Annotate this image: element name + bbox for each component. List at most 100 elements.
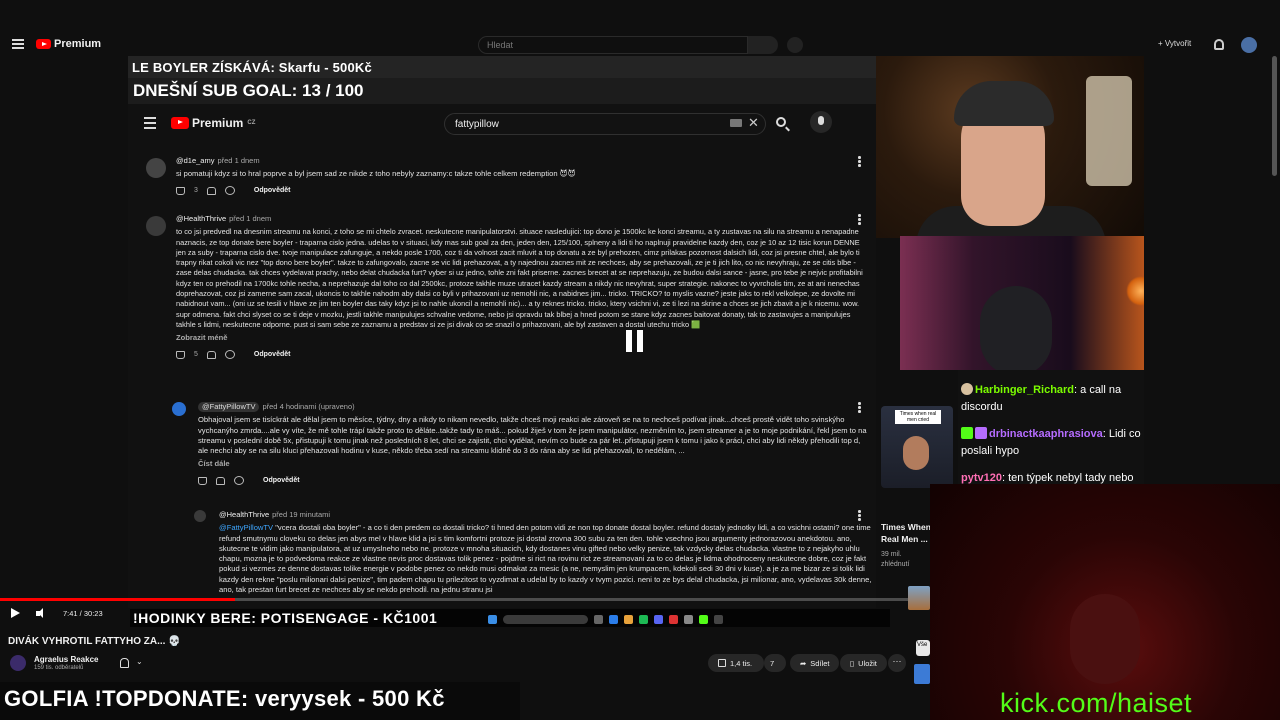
- heart-icon[interactable]: [224, 186, 235, 196]
- recommended-video-title[interactable]: Times When Real Men ...: [881, 521, 931, 545]
- search-query-text: fattypillow: [444, 113, 766, 135]
- logo-text: Premium: [54, 38, 102, 50]
- save-label: Uložit: [858, 658, 877, 668]
- comment-time: před 1 dnem: [229, 214, 272, 223]
- bookmark-icon: ▯: [850, 658, 855, 668]
- comment-text: si pomatuji kdyz si to hral poprve a byl…: [176, 169, 576, 179]
- search-input[interactable]: Hledat: [478, 36, 748, 54]
- microphone-icon: [810, 111, 832, 133]
- app-icon: [609, 614, 618, 624]
- youtube-play-icon: [171, 117, 189, 129]
- scrollbar[interactable]: [1272, 56, 1277, 176]
- reply-comment: @FattyPillowTV před 4 hodinami (upraveno)…: [172, 402, 872, 486]
- share-button[interactable]: ➦ Sdílet: [790, 654, 840, 672]
- comment-time: před 1 dnem: [217, 156, 260, 165]
- more-options-icon: [858, 402, 861, 413]
- dislike-button[interactable]: 7: [764, 654, 786, 672]
- cap: [954, 81, 1054, 126]
- chat-message: drbinactkaaphrasiova: Lidi co poslali hy…: [961, 426, 1141, 460]
- comment: @d1e_amy před 1 dnem si pomatuji kdyz si …: [146, 156, 846, 196]
- pause-icon: [626, 330, 644, 352]
- like-icon[interactable]: [198, 476, 207, 485]
- subscribe-bell-icon[interactable]: [120, 658, 129, 668]
- notifications-bell-icon[interactable]: [1214, 39, 1224, 50]
- chat-user: pytv120: [961, 472, 1002, 484]
- progress-fill: [0, 598, 236, 601]
- account-avatar[interactable]: [1241, 37, 1257, 53]
- person-head: [1070, 594, 1140, 684]
- close-icon: ✕: [748, 115, 759, 130]
- comment-author[interactable]: @FattyPillowTV: [198, 402, 260, 413]
- reply-button[interactable]: Odpovědět: [254, 186, 291, 196]
- video-player[interactable]: Premium CZ fattypillow ✕ LE BOYLER ZÍSKÁ…: [128, 56, 876, 608]
- read-more-link[interactable]: Číst dále: [198, 459, 872, 469]
- heart-icon[interactable]: [234, 476, 244, 486]
- reply-comment: @HealthThrive před 19 minutami @FattyPill…: [194, 510, 874, 595]
- search-button: [768, 113, 796, 135]
- webcam-streamer: [930, 484, 1280, 720]
- video-thumbnail[interactable]: [908, 586, 930, 610]
- voice-search-icon[interactable]: [787, 37, 803, 53]
- stream-chat: Harbinger_Richard: a call na discordu dr…: [958, 370, 1144, 484]
- show-less-link[interactable]: Zobrazit méně: [176, 333, 868, 343]
- dislike-icon[interactable]: [206, 186, 216, 195]
- reply-button[interactable]: Odpovědět: [263, 476, 300, 486]
- menu-icon[interactable]: [12, 39, 24, 49]
- app-icon: [639, 614, 648, 624]
- channel-avatar[interactable]: [10, 655, 26, 671]
- webcam-second: [900, 236, 1144, 370]
- chair: [1086, 76, 1132, 186]
- dislike-icon[interactable]: [206, 350, 216, 359]
- comment-text: Obhajoval jsem se tisíckrát ale dělal js…: [198, 415, 867, 456]
- app-icon: [714, 614, 723, 624]
- comment-text: to co jsi predvedl na dnesnim streamu na…: [176, 227, 863, 329]
- top-donation-banner: LE BOYLER ZÍSKÁVÁ: Skarfu - 500Kč: [128, 56, 876, 78]
- like-icon[interactable]: [176, 186, 185, 195]
- heart-icon[interactable]: [224, 350, 235, 360]
- comment-author[interactable]: @d1e_amy: [176, 156, 214, 165]
- share-icon: ➦: [800, 658, 807, 668]
- menu-icon: [144, 117, 156, 129]
- comment: @HealthThrive před 1 dnem to co jsi predv…: [146, 214, 868, 360]
- video-thumbnail[interactable]: Times when real men cried: [881, 406, 953, 488]
- dislike-icon[interactable]: [216, 476, 225, 485]
- progress-bar[interactable]: [0, 598, 930, 601]
- video-thumbnail[interactable]: [914, 664, 930, 684]
- avatar: [194, 510, 206, 522]
- chat-user: drbinactkaaphrasiova: [989, 428, 1103, 440]
- chat-message: Harbinger_Richard: a call na discordu: [961, 382, 1141, 416]
- chevron-down-icon[interactable]: ⌄: [136, 657, 143, 666]
- share-label: Sdílet: [810, 658, 830, 668]
- play-icon[interactable]: [11, 608, 20, 618]
- thumbs-up-icon: [718, 659, 726, 667]
- windows-icon: [488, 614, 497, 624]
- youtube-play-icon: [36, 39, 51, 49]
- avatar: [146, 158, 166, 178]
- comment-text: "vcera dostali oba boyler" - a co ti den…: [219, 523, 872, 595]
- comment-author[interactable]: @HealthThrive: [219, 510, 269, 519]
- taskbar: [488, 612, 818, 626]
- search-button[interactable]: [748, 36, 778, 54]
- more-actions-icon[interactable]: ···: [888, 654, 906, 672]
- avatar: [146, 216, 166, 236]
- chat-user: Harbinger_Richard: [975, 384, 1075, 396]
- channel-name[interactable]: Agraelus Reakce: [34, 655, 98, 664]
- save-button[interactable]: ▯ Uložit: [840, 654, 887, 672]
- youtube-logo[interactable]: Premium: [36, 38, 101, 50]
- like-button[interactable]: 1,4 tis.: [708, 654, 764, 672]
- create-button[interactable]: + Vytvořit: [1158, 39, 1191, 48]
- thumbnail-face: [903, 436, 929, 470]
- time-display: 7:41 / 30:23: [63, 609, 103, 618]
- subscriber-count: 159 tis. odběratelů: [34, 665, 84, 671]
- like-count: 1,4 tis.: [730, 658, 753, 668]
- like-count: 3: [194, 186, 198, 194]
- reply-button[interactable]: Odpovědět: [254, 350, 291, 360]
- comment-author[interactable]: @HealthThrive: [176, 214, 226, 223]
- app-icon: [669, 614, 678, 624]
- outer-youtube-header: Premium Hledat + Vytvořit: [0, 34, 1280, 56]
- filter-chip-all[interactable]: Vše: [916, 640, 930, 656]
- mention-link[interactable]: @FattyPillowTV: [219, 523, 273, 532]
- like-icon[interactable]: [176, 350, 185, 359]
- comment-time: před 19 minutami: [272, 510, 331, 519]
- volume-icon[interactable]: [36, 608, 48, 619]
